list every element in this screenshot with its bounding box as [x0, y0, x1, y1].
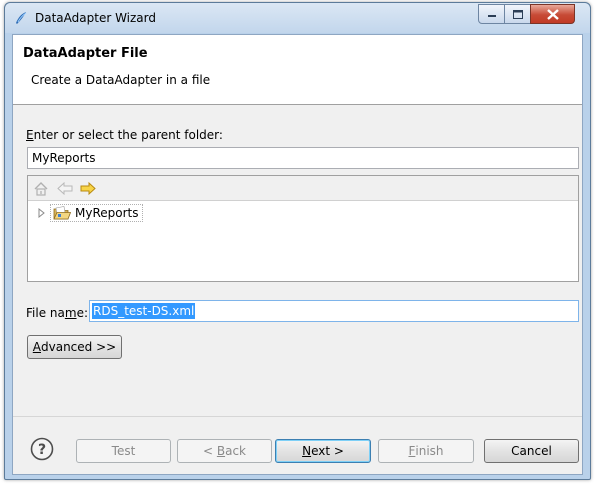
tree-node-label-box[interactable]: MyReports — [50, 204, 143, 222]
home-icon[interactable] — [33, 181, 49, 196]
window-title: DataAdapter Wizard — [35, 11, 157, 25]
finish-button[interactable]: Finish — [378, 439, 474, 463]
maximize-button[interactable] — [504, 4, 531, 24]
tree-toolbar — [28, 176, 578, 201]
tree-item-myreports[interactable]: MyReports — [36, 204, 143, 222]
file-name-label: File name: — [26, 306, 88, 320]
expand-triangle-icon[interactable] — [36, 208, 46, 218]
footer-divider — [13, 416, 582, 417]
test-button[interactable]: Test — [76, 439, 171, 463]
back-button[interactable]: < Back — [177, 439, 272, 463]
open-folder-icon — [53, 205, 71, 219]
cancel-button[interactable]: Cancel — [484, 439, 579, 463]
close-icon — [546, 8, 559, 20]
close-button[interactable] — [530, 4, 575, 24]
back-arrow-icon[interactable] — [57, 181, 73, 196]
minimize-button[interactable] — [478, 4, 505, 24]
folder-tree[interactable]: MyReports — [27, 175, 579, 282]
app-icon — [16, 12, 27, 24]
tree-item-label: MyReports — [75, 206, 139, 220]
help-icon[interactable]: ? — [30, 437, 54, 461]
page-description: Create a DataAdapter in a file — [31, 73, 211, 87]
page-header: DataAdapter File Create a DataAdapter in… — [13, 35, 582, 105]
advanced-button[interactable]: Advanced >> — [27, 335, 122, 359]
parent-folder-label: Enter or select the parent folder: — [26, 128, 223, 142]
svg-text:?: ? — [38, 442, 46, 458]
title-bar[interactable]: DataAdapter Wizard — [5, 3, 590, 33]
wizard-window: DataAdapter Wizard DataAdapter File Crea… — [4, 2, 591, 480]
next-button[interactable]: Next > — [275, 439, 371, 463]
wizard-content: DataAdapter File Create a DataAdapter in… — [12, 34, 583, 475]
file-name-input[interactable]: RDS_test-DS.xml — [89, 300, 579, 322]
maximize-icon — [512, 9, 523, 19]
minimize-icon — [487, 15, 496, 17]
page-title: DataAdapter File — [23, 46, 148, 61]
parent-folder-input[interactable]: MyReports — [27, 147, 579, 169]
forward-arrow-icon[interactable] — [80, 181, 96, 196]
file-name-value: RDS_test-DS.xml — [92, 303, 196, 319]
